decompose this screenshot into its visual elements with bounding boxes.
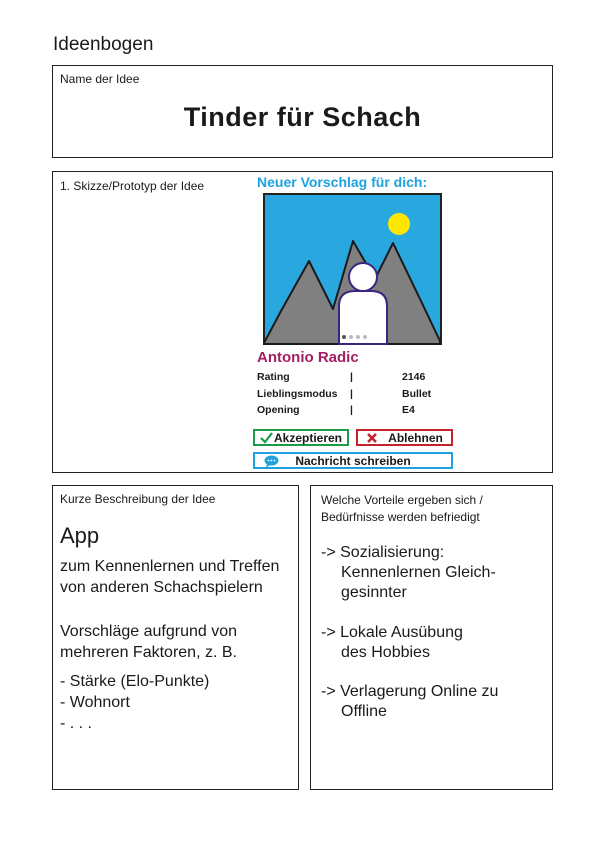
info-key: Opening — [257, 404, 300, 416]
decline-button[interactable]: Ablehnen — [356, 429, 453, 446]
description-bullet: - . . . — [60, 715, 92, 732]
benefits-box: Welche Vorteile ergeben sich / Bedürfnis… — [310, 485, 553, 790]
benefits-label-line: Bedürfnisse werden befriedigt — [321, 510, 480, 524]
description-box: Kurze Beschreibung der Idee App zum Kenn… — [52, 485, 299, 790]
profile-photo — [263, 193, 442, 345]
benefits-label-line: Welche Vorteile ergeben sich / — [321, 493, 483, 507]
benefit-line: -> Sozialisierung: — [321, 544, 445, 561]
chat-bubble-icon — [264, 455, 279, 468]
benefit-line: -> Verlagerung Online zu — [321, 683, 499, 700]
info-separator: | — [350, 371, 353, 383]
description-app: App — [60, 523, 100, 548]
info-separator: | — [350, 388, 353, 400]
benefit-line: Kennenlernen Gleich- — [341, 564, 496, 581]
page-title: Ideenbogen — [53, 34, 154, 55]
info-key: Rating — [257, 371, 290, 383]
benefit-line: Offline — [341, 703, 387, 720]
idea-title: Tinder für Schach — [183, 102, 422, 132]
description-bullet: - Wohnort — [60, 694, 130, 711]
decline-label: Ablehnen — [388, 430, 443, 445]
description-line: von anderen Schachspielern — [60, 579, 263, 596]
benefit-line: des Hobbies — [341, 644, 430, 661]
description-line: Vorschläge aufgrund von — [60, 623, 238, 640]
info-value: 2146 — [402, 371, 426, 383]
info-value: E4 — [402, 404, 415, 416]
benefit-line: -> Lokale Ausübung — [321, 624, 463, 641]
close-icon — [367, 432, 378, 443]
info-value: Bullet — [402, 388, 432, 400]
sketch-label: 1. Skizze/Prototyp der Idee — [60, 179, 205, 193]
description-label: Kurze Beschreibung der Idee — [60, 492, 216, 506]
accept-label: Akzeptieren — [273, 430, 343, 445]
message-label: Nachricht schreiben — [295, 453, 411, 468]
info-separator: | — [350, 404, 353, 416]
description-line: mehreren Faktoren, z. B. — [60, 644, 237, 661]
person-name: Antonio Radic — [257, 349, 359, 366]
sun-icon — [388, 213, 410, 235]
description-bullet: - Stärke (Elo-Punkte) — [60, 673, 210, 690]
proposal-heading: Neuer Vorschlag für dich: — [257, 174, 428, 190]
description-line: zum Kennenlernen und Treffen — [60, 558, 280, 575]
sketch-box: 1. Skizze/Prototyp der Idee Neuer Vorsch… — [52, 171, 553, 473]
info-key: Lieblingsmodus — [257, 388, 338, 400]
idea-name-label: Name der Idee — [60, 72, 140, 86]
benefit-line: gesinnter — [341, 584, 407, 601]
benefits-label: Welche Vorteile ergeben sich / Bedürfnis… — [321, 492, 541, 526]
accept-button[interactable]: Akzeptieren — [253, 429, 349, 446]
idea-name-box: Name der Idee Tinder für Schach — [52, 65, 553, 158]
checkmark-icon — [260, 431, 273, 444]
message-button[interactable]: Nachricht schreiben — [253, 452, 453, 469]
